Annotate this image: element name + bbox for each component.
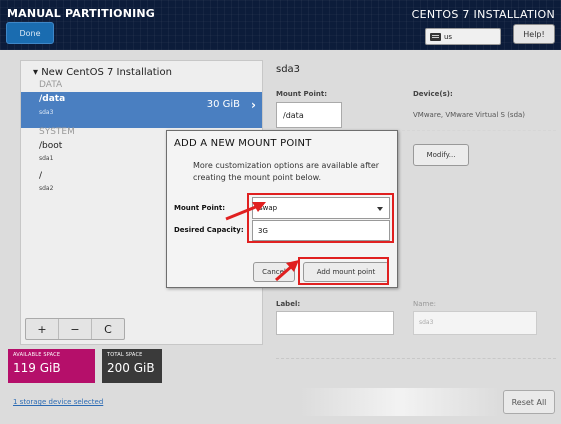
annotation-arrows bbox=[225, 202, 299, 282]
arrow-to-mount-point-icon bbox=[225, 202, 266, 221]
arrow-to-add-button-icon bbox=[275, 260, 299, 282]
